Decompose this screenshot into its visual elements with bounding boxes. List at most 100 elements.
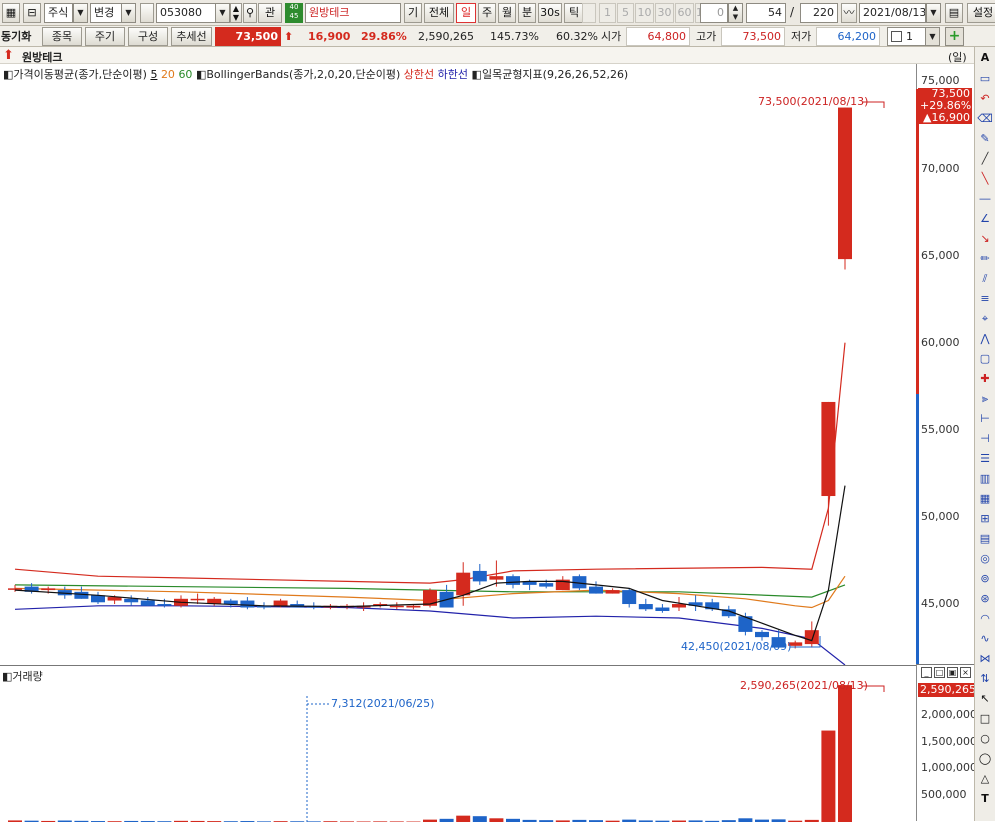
window-icon[interactable]: ▭ xyxy=(977,71,993,87)
arrow-line-icon[interactable]: ↘ xyxy=(977,231,993,247)
volume-bar xyxy=(323,821,337,822)
interval-button-5[interactable]: 5 xyxy=(617,3,634,23)
stock-button[interactable]: 종목 xyxy=(42,27,82,46)
box-icon[interactable]: ▢ xyxy=(977,351,993,367)
line-icon[interactable]: ╱ xyxy=(977,151,993,167)
zigzag-icon[interactable]: ⋀ xyxy=(977,331,993,347)
legend-box-icon: ◧ xyxy=(3,68,13,81)
trendline-icon[interactable]: ╲ xyxy=(977,171,993,187)
interval-button-30[interactable]: 30 xyxy=(655,3,674,23)
horizontal-line-icon[interactable]: ― xyxy=(977,191,993,207)
settings-button[interactable]: 설정 xyxy=(967,3,995,23)
chart-line-icon[interactable]: 〰 xyxy=(841,3,857,23)
chevron-down-icon[interactable]: ▼ xyxy=(215,3,230,23)
interval-button-10[interactable]: 10 xyxy=(635,3,654,23)
circle-icon[interactable]: ○ xyxy=(977,731,993,747)
asset-type-select[interactable]: 주식 xyxy=(44,3,73,23)
undo-icon[interactable]: ↶ xyxy=(977,91,993,107)
channel-icon[interactable]: ⫽ xyxy=(977,271,993,287)
volume-low-annotation: 7,312(2021/06/25) xyxy=(331,697,434,710)
spiral-icon[interactable]: ⊛ xyxy=(977,591,993,607)
volume-bar xyxy=(157,821,171,822)
period-icon[interactable]: ⊢ xyxy=(977,411,993,427)
related-button[interactable]: 관 xyxy=(258,3,282,23)
volume-bar xyxy=(307,821,321,822)
candle-body xyxy=(74,592,88,599)
rectangle-icon[interactable]: □ xyxy=(977,711,993,727)
chevron-down-icon[interactable]: ▼ xyxy=(73,3,88,23)
lines-icon[interactable]: ☰ xyxy=(977,451,993,467)
volume-bar xyxy=(41,821,55,822)
checkbox[interactable] xyxy=(140,3,154,23)
triangle-icon[interactable]: △ xyxy=(977,771,993,787)
measure-icon[interactable]: ⊞ xyxy=(977,511,993,527)
total-count-field[interactable]: 220 xyxy=(800,3,838,23)
signal-icon[interactable]: ⋈ xyxy=(977,651,993,667)
buy-sell-icon[interactable]: ⇅ xyxy=(977,671,993,687)
period-button-7[interactable]: 틱 xyxy=(564,3,584,23)
spinner-icon[interactable]: ▲▼ xyxy=(728,3,743,23)
target-icon[interactable]: ◎ xyxy=(977,551,993,567)
pencil-icon[interactable]: ✏ xyxy=(977,251,993,267)
period-button-0[interactable]: 기 xyxy=(404,3,422,23)
period-button-4[interactable]: 월 xyxy=(498,3,516,23)
chart-title-bar: ⬆ 원방테크 (일) xyxy=(0,47,975,64)
volume-bar xyxy=(705,821,719,822)
calendar-icon[interactable]: ▤ xyxy=(945,3,963,23)
counter-field[interactable]: 0 xyxy=(700,3,728,23)
plus-icon[interactable]: + xyxy=(945,27,964,46)
wave-icon[interactable]: ∿ xyxy=(977,631,993,647)
grid-icon[interactable]: ▦ xyxy=(2,3,20,23)
add-icon[interactable]: A xyxy=(977,50,993,66)
volume-bar xyxy=(506,819,520,822)
volume-chart[interactable]: ◧거래량 2,590,265(2021/08/13) 7,312(2021/06… xyxy=(0,665,916,821)
trendline-button[interactable]: 추세선 xyxy=(171,27,212,46)
period-button-3[interactable]: 주 xyxy=(478,3,496,23)
gann-icon[interactable]: ⌖ xyxy=(977,311,993,327)
chevron-down-icon[interactable]: ▼ xyxy=(926,3,941,23)
chevron-down-icon[interactable]: ▼ xyxy=(121,3,136,23)
close-icon[interactable]: × xyxy=(960,667,971,678)
cycle-circle-icon[interactable]: ⊚ xyxy=(977,571,993,587)
chevron-down-icon[interactable]: ▼ xyxy=(925,27,940,46)
text-icon[interactable]: T xyxy=(977,791,993,807)
save-icon[interactable]: ⊟ xyxy=(23,3,41,23)
cycle-icon[interactable]: ⊣ xyxy=(977,431,993,447)
period-button[interactable]: 주기 xyxy=(85,27,125,46)
spinner-icon[interactable]: ▲▼ xyxy=(230,3,242,23)
stock-name-field: 원방테크 xyxy=(305,3,401,23)
period-button-1[interactable]: 전체 xyxy=(424,3,454,23)
bars-icon[interactable]: ▥ xyxy=(977,471,993,487)
period-button-6[interactable]: 30s xyxy=(538,3,562,23)
price-chart[interactable]: ◧가격이동평균(종가,단순이평) 5 20 60 ◧BollingerBands… xyxy=(0,64,916,665)
minimize-icon[interactable]: _ xyxy=(921,667,932,678)
interval-button-1[interactable]: 1 xyxy=(599,3,616,23)
ellipse-icon[interactable]: ◯ xyxy=(977,751,993,767)
change-select[interactable]: 변경 xyxy=(90,3,122,23)
select-icon[interactable]: ↖ xyxy=(977,691,993,707)
view-count-input[interactable]: 54 xyxy=(746,3,786,23)
grid-icon[interactable]: ▦ xyxy=(977,491,993,507)
period-button-5[interactable]: 분 xyxy=(518,3,536,23)
price-tick: 65,000 xyxy=(921,249,960,262)
fan-icon[interactable]: ⫸ xyxy=(977,391,993,407)
compose-button[interactable]: 구성 xyxy=(128,27,168,46)
fib-icon[interactable]: ≡ xyxy=(977,291,993,307)
cross-icon[interactable]: ✚ xyxy=(977,371,993,387)
arc-icon[interactable]: ◠ xyxy=(977,611,993,627)
eraser-all-icon[interactable]: ⌫ xyxy=(977,111,993,127)
candle-body xyxy=(8,588,22,590)
search-icon[interactable]: ⚲ xyxy=(243,3,257,23)
angle-line-icon[interactable]: ∠ xyxy=(977,211,993,227)
maximize-icon[interactable]: □ xyxy=(934,667,945,678)
interval-button-60[interactable]: 60 xyxy=(675,3,694,23)
candle-body xyxy=(672,604,686,607)
restore-icon[interactable]: ▣ xyxy=(947,667,958,678)
text-box-icon[interactable]: ▤ xyxy=(977,531,993,547)
period-button-2[interactable]: 일 xyxy=(456,3,476,23)
candle-body xyxy=(406,606,420,608)
date-input[interactable]: 2021/08/13 xyxy=(859,3,926,23)
volume-bar xyxy=(74,821,88,822)
eraser-icon[interactable]: ✎ xyxy=(977,131,993,147)
stock-code-input[interactable]: 053080 xyxy=(156,3,216,23)
